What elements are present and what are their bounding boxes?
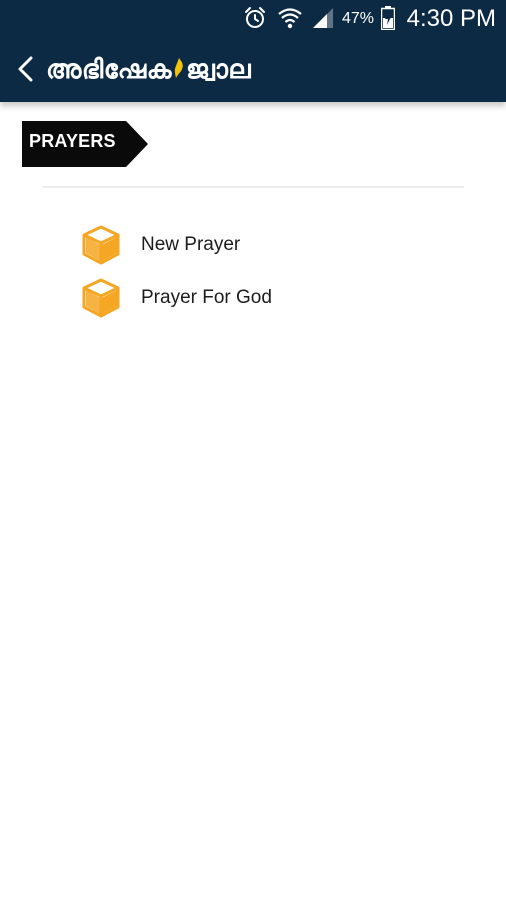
prayer-list: New Prayer Prayer For God: [80, 218, 480, 324]
back-button[interactable]: [10, 52, 44, 86]
list-item-label: New Prayer: [141, 233, 241, 255]
alarm-icon: [243, 6, 267, 35]
app-logo: അഭിഷേക ജ്വാല: [46, 50, 251, 90]
cube-icon: [82, 225, 120, 264]
screen: 47% 4:30 PM അഭിഷേക ജ്വാല PRAYERS New Pra…: [0, 0, 506, 900]
chevron-left-icon: [18, 56, 33, 82]
cube-icon: [82, 278, 120, 317]
list-item-prayer-for-god[interactable]: Prayer For God: [80, 271, 480, 324]
logo-text-part2: ജ്വാല: [185, 54, 252, 85]
app-bar: അഭിഷേക ജ്വാല: [0, 36, 506, 102]
status-bar: 47% 4:30 PM: [0, 0, 506, 36]
signal-icon: [311, 6, 335, 35]
section-tag: PRAYERS: [22, 121, 148, 167]
battery-percent: 47%: [342, 10, 375, 27]
clock: 4:30 PM: [406, 5, 496, 32]
list-item-label: Prayer For God: [141, 286, 272, 308]
battery-icon: [380, 6, 396, 35]
divider: [42, 186, 464, 188]
wifi-icon: [277, 6, 303, 35]
flame-icon: [173, 57, 185, 84]
logo-text-part1: അഭിഷേക: [46, 54, 172, 85]
list-item-new-prayer[interactable]: New Prayer: [80, 218, 480, 271]
section-title: PRAYERS: [29, 131, 116, 151]
